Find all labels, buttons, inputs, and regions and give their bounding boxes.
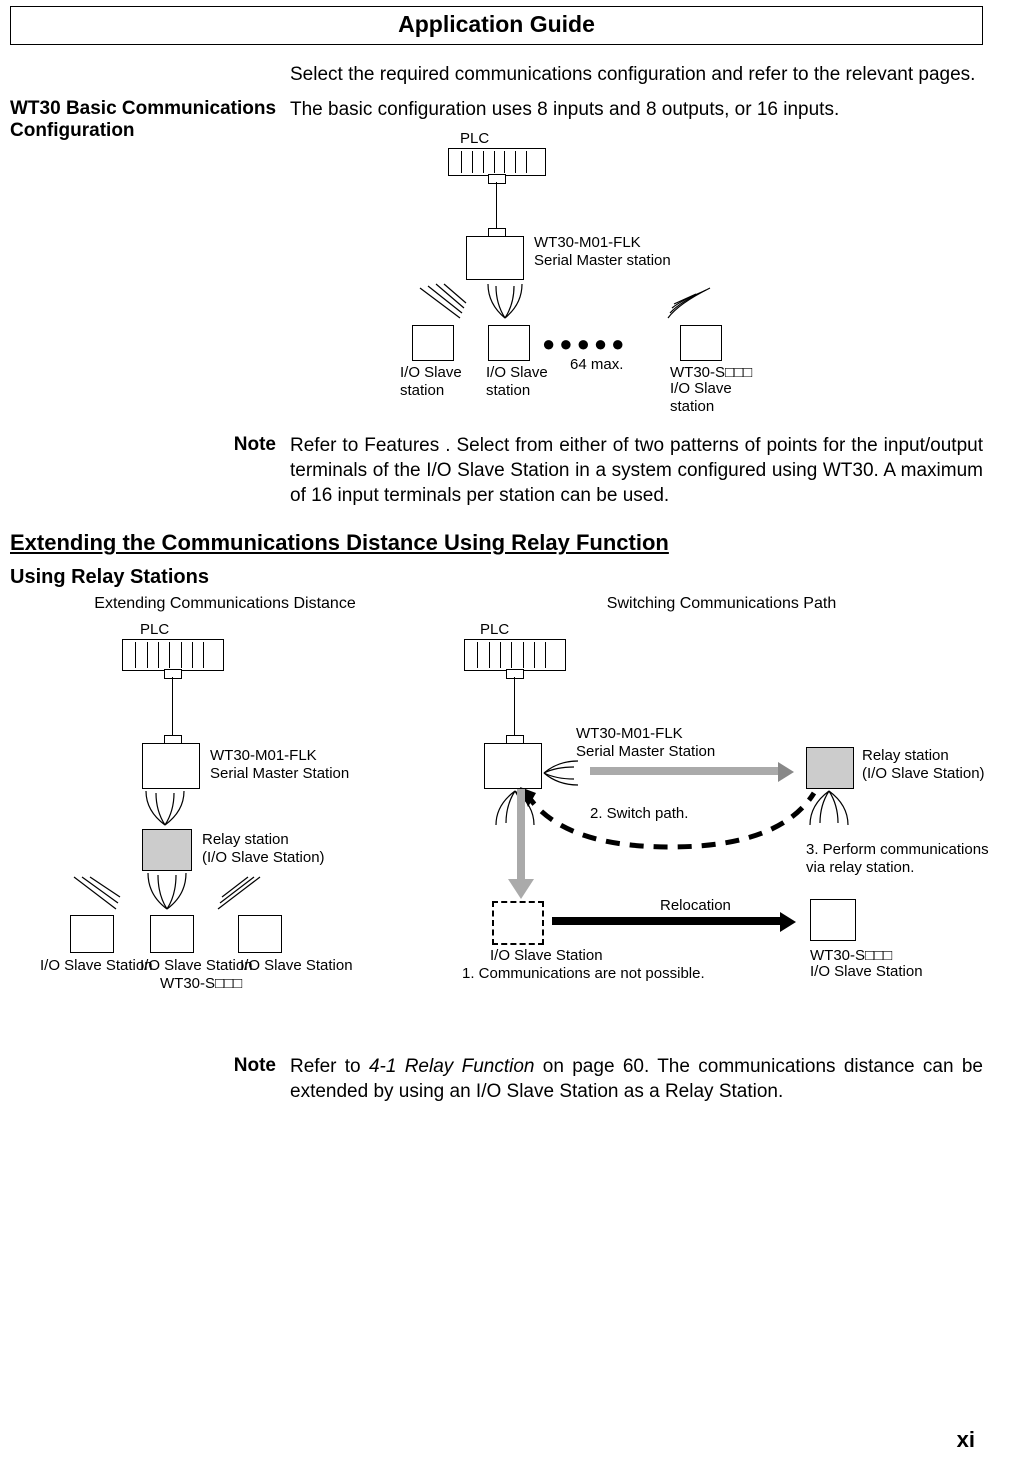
page-number: xi: [957, 1427, 975, 1453]
side-heading-basic: WT30 Basic Communications Configuration: [10, 98, 290, 427]
sub-heading-relay-stations: Using Relay Stations: [10, 566, 983, 589]
intro-text: Select the required communications confi…: [290, 63, 983, 88]
relay-diagrams: Extending Communications Distance PLC WT…: [10, 595, 983, 1051]
left-slave-b: I/O Slave Station: [140, 957, 253, 975]
page-title: Application Guide: [10, 6, 983, 45]
right-slave-a: I/O Slave Station: [490, 947, 603, 965]
relocation-label: Relocation: [660, 897, 731, 915]
slave1-label: I/O Slave station: [400, 364, 462, 400]
step3-label: 3. Perform communications via relay stat…: [806, 841, 989, 877]
plc-label: PLC: [460, 130, 489, 148]
left-plc-label: PLC: [140, 621, 169, 639]
note-label-2: Note: [10, 1055, 290, 1104]
slave2-label: I/O Slave station: [486, 364, 548, 400]
left-slave-c: I/O Slave Station: [240, 957, 353, 975]
right-slave-b: I/O Slave Station: [810, 963, 923, 981]
left-slave-a: I/O Slave Station: [40, 957, 153, 975]
master-label: WT30-M01-FLK Serial Master station: [534, 234, 671, 270]
basic-config-text: The basic configuration uses 8 inputs an…: [290, 98, 983, 123]
section-heading-relay: Extending the Communications Distance Us…: [10, 530, 983, 556]
step2-label: 2. Switch path.: [590, 805, 688, 823]
slave3-label: I/O Slave station: [670, 380, 732, 416]
basic-config-diagram: PLC WT30-M01-FLK Serial Master station ●…: [370, 130, 983, 420]
left-relay-label: Relay station (I/O Slave Station): [202, 831, 325, 867]
right-plc-label: PLC: [480, 621, 509, 639]
step1-label: 1. Communications are not possible.: [462, 965, 705, 983]
max-label: 64 max.: [570, 356, 623, 374]
right-caption: Switching Communications Path: [460, 595, 983, 613]
right-relay-label: Relay station (I/O Slave Station): [862, 747, 985, 783]
left-model-label: WT30-S□□□: [160, 975, 242, 993]
left-caption: Extending Communications Distance: [10, 595, 440, 613]
right-master-label: WT30-M01-FLK Serial Master Station: [576, 725, 715, 761]
left-master-label: WT30-M01-FLK Serial Master Station: [210, 747, 349, 783]
note-text-2: Refer to 4-1 Relay Function on page 60. …: [290, 1055, 983, 1104]
note-text-1: Refer to Features . Select from either o…: [290, 434, 983, 508]
note-label-1: Note: [10, 434, 290, 508]
